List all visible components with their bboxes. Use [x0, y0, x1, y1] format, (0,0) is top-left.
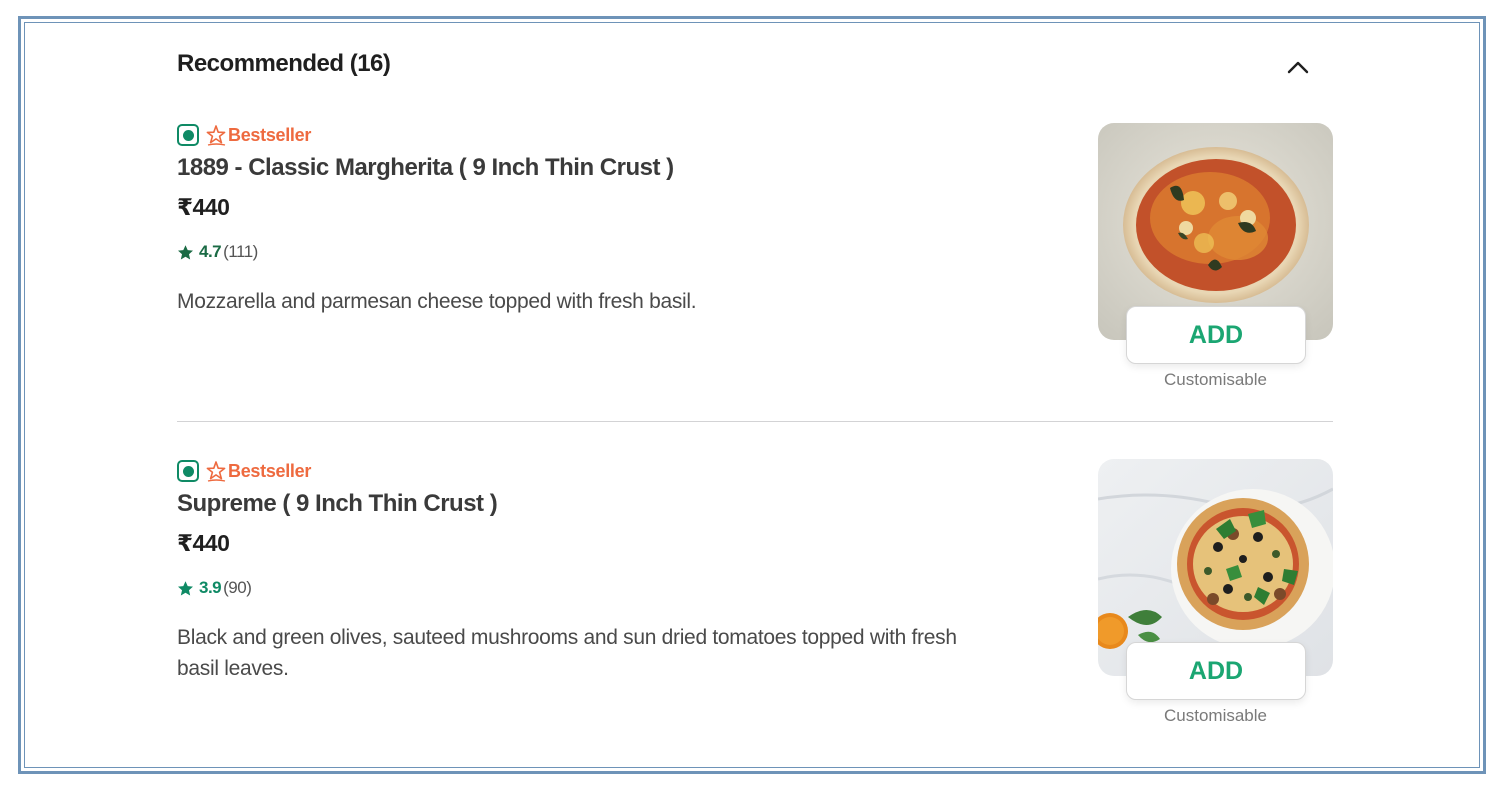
- rating-count: (111): [223, 242, 258, 261]
- star-badge-icon: [206, 125, 226, 146]
- item-description: Black and green olives, sauteed mushroom…: [177, 626, 957, 680]
- item-rating: 4.7 (111): [177, 242, 258, 262]
- add-button[interactable]: ADD: [1126, 306, 1306, 364]
- star-badge-icon: [206, 461, 226, 482]
- item-name: Supreme ( 9 Inch Thin Crust ): [177, 490, 498, 517]
- menu-item[interactable]: Bestseller Supreme ( 9 Inch Thin Crust )…: [177, 458, 1333, 748]
- star-icon: [177, 580, 194, 597]
- item-name: 1889 - Classic Margherita ( 9 Inch Thin …: [177, 154, 674, 181]
- bestseller-badge: Bestseller: [205, 124, 311, 146]
- item-rating: 3.9 (90): [177, 578, 252, 598]
- veg-icon: [177, 124, 199, 146]
- customisable-note: Customisable: [1164, 706, 1267, 725]
- section-title: Recommended (16): [177, 50, 391, 77]
- veg-icon: [177, 460, 199, 482]
- item-divider: [177, 421, 1333, 422]
- item-tags: Bestseller: [177, 122, 311, 148]
- chevron-up-icon: [1287, 61, 1309, 74]
- rating-count: (90): [223, 578, 252, 597]
- add-button[interactable]: ADD: [1126, 642, 1306, 700]
- item-tags: Bestseller: [177, 458, 311, 484]
- section-header[interactable]: Recommended (16): [177, 48, 1333, 88]
- rating-value: 3.9: [199, 578, 222, 597]
- item-description: Mozzarella and parmesan cheese topped wi…: [177, 290, 697, 313]
- menu-item[interactable]: Bestseller 1889 - Classic Margherita ( 9…: [177, 122, 1333, 422]
- bestseller-badge: Bestseller: [205, 460, 311, 482]
- bestseller-label: Bestseller: [228, 460, 312, 481]
- collapse-button[interactable]: [1283, 52, 1313, 82]
- customisable-note: Customisable: [1164, 370, 1267, 389]
- item-price: ₹440: [177, 530, 230, 556]
- item-price: ₹440: [177, 194, 230, 220]
- bestseller-label: Bestseller: [228, 124, 312, 145]
- star-icon: [177, 244, 194, 261]
- rating-value: 4.7: [199, 242, 222, 261]
